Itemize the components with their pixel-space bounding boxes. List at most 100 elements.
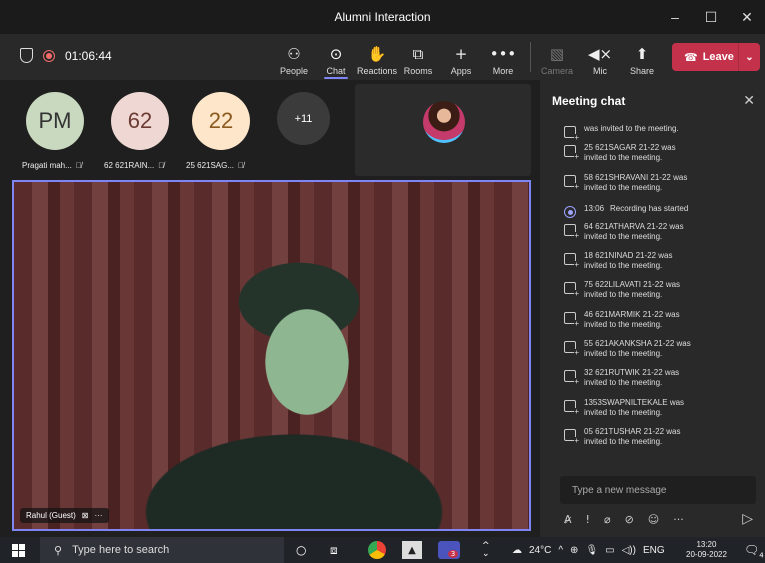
format-icon[interactable]: A̷ <box>564 513 572 526</box>
mic-off-icon: 🎙̸ <box>158 161 165 170</box>
invite-icon <box>564 126 579 142</box>
toolbar-divider <box>530 42 531 72</box>
more-icon: ••• <box>489 45 517 63</box>
mic-off-icon: 🎙̸ <box>75 161 82 170</box>
mic-muted-icon: ◀× <box>587 45 613 63</box>
chat-button[interactable]: ⊙ Chat <box>316 38 356 79</box>
video-name-label: Rahul (Guest) ⊠ ··· <box>20 508 109 523</box>
participant-label: Pragati mah... 🎙̸ <box>22 161 82 170</box>
leave-button-group: ☎ Leave ⌄ <box>672 43 760 71</box>
close-window-button[interactable]: ✕ <box>729 0 765 34</box>
rooms-button[interactable]: ⧉ Rooms <box>398 38 438 76</box>
recording-icon <box>43 49 55 62</box>
invite-icon <box>564 175 579 191</box>
system-tray: ☁ 24°C ^ ⊕ 🎙 ▭ ◁)) ENG <box>512 537 665 563</box>
microphone-icon[interactable]: 🎙 <box>585 545 598 556</box>
emoji-icon[interactable]: ☺ <box>648 513 659 526</box>
participant-photo-tile[interactable] <box>355 84 531 176</box>
more-compose-icon[interactable]: ··· <box>673 513 684 526</box>
maximize-button[interactable]: ☐ <box>693 0 729 34</box>
recording-icon <box>564 206 576 218</box>
chat-message: 1353SWAPNILTEKALE wasinvited to the meet… <box>564 398 744 418</box>
teams-icon[interactable]: 3 <box>438 541 460 559</box>
meeting-toolbar: 01:06:44 ⚇ People ⊙ Chat ✋ Reactions ⧉ R… <box>0 34 765 80</box>
leave-options-button[interactable]: ⌄ <box>738 43 760 71</box>
task-view-icon[interactable]: ⧈ <box>330 541 338 559</box>
apps-icon: + <box>454 45 468 63</box>
invite-icon <box>564 341 579 357</box>
meeting-timer: 01:06:44 <box>65 48 112 63</box>
priority-icon[interactable]: ! <box>586 513 590 526</box>
language-indicator[interactable]: ENG <box>643 545 665 556</box>
more-button[interactable]: ••• More <box>483 38 523 76</box>
chevron-up-icon[interactable]: ^ <box>558 545 563 556</box>
cortana-icon[interactable]: ○ <box>296 541 306 559</box>
apps-button[interactable]: + Apps <box>441 38 481 76</box>
taskbar-search[interactable]: ⚲ Type here to search <box>40 537 284 563</box>
participant-photo <box>423 101 465 143</box>
invite-icon <box>564 370 579 386</box>
search-icon: ⚲ <box>54 543 63 557</box>
phone-hangup-icon: ☎ <box>684 50 698 64</box>
reactions-button[interactable]: ✋ Reactions <box>357 38 397 76</box>
participant-avatar[interactable]: PM <box>26 92 84 150</box>
camera-button[interactable]: ▧ Camera <box>537 38 577 76</box>
participant-avatar[interactable]: 62 <box>111 92 169 150</box>
weather-temp[interactable]: 24°C <box>529 545 551 556</box>
camera-off-icon: ▧ <box>549 45 565 63</box>
participant-label: 25 621SAG... 🎙̸ <box>186 161 245 170</box>
send-icon[interactable]: ▷ <box>742 511 753 527</box>
display-icon[interactable]: ▭ <box>605 545 614 556</box>
reactions-icon: ✋ <box>367 45 387 63</box>
participant-label: 62 621RAIN... 🎙̸ <box>104 161 165 170</box>
chat-message: 25 621SAGAR 21-22 wasinvited to the meet… <box>564 143 744 163</box>
chat-message: was invited to the meeting. <box>564 124 744 142</box>
tray-overflow-icon[interactable]: ^ ⌄ <box>482 541 490 559</box>
attach-icon[interactable]: ⌀ <box>604 513 611 526</box>
invite-icon <box>564 224 579 240</box>
teams-badge: 3 <box>447 550 459 558</box>
chat-message: 55 621AKANKSHA 21-22 wasinvited to the m… <box>564 339 744 359</box>
invite-icon <box>564 400 579 416</box>
minimize-button[interactable]: – <box>657 0 693 34</box>
chat-message: 13:06 Recording has started <box>564 204 744 218</box>
chat-message: 75 622LILAVATI 21-22 wasinvited to the m… <box>564 280 744 300</box>
volume-icon[interactable]: ◁)) <box>622 545 636 556</box>
meeting-stage: PM Pragati mah... 🎙̸ 62 62 621RAIN... 🎙̸… <box>0 80 540 537</box>
share-icon: ⬆ <box>635 45 649 63</box>
taskbar-clock[interactable]: 13:20 20-09-2022 <box>686 540 727 560</box>
more-participants-button[interactable]: +11 <box>277 92 330 145</box>
windows-start-icon[interactable] <box>12 544 25 557</box>
chat-message: 46 621MARMIK 21-22 wasinvited to the mee… <box>564 310 744 330</box>
chat-message: 58 621SHRAVANI 21-22 wasinvited to the m… <box>564 173 744 193</box>
window-title: Alumni Interaction <box>334 10 431 24</box>
notification-center-icon[interactable]: 🗨4 <box>744 543 764 559</box>
people-icon: ⚇ <box>287 45 301 63</box>
leave-button[interactable]: ☎ Leave <box>672 51 738 64</box>
invite-icon <box>564 145 579 161</box>
mic-button[interactable]: ◀× Mic <box>580 38 620 76</box>
participant-avatar[interactable]: 22 <box>192 92 250 150</box>
chat-compose-input[interactable]: Type a new message <box>560 476 756 504</box>
chrome-icon[interactable] <box>368 541 386 559</box>
close-chat-button[interactable]: ✕ <box>743 92 755 109</box>
more-options-icon[interactable]: ··· <box>95 511 103 520</box>
invite-icon <box>564 429 579 445</box>
network-icon[interactable]: ⊕ <box>570 545 578 556</box>
people-button[interactable]: ⚇ People <box>274 38 314 76</box>
invite-icon <box>564 282 579 298</box>
mic-off-icon: 🎙̸ <box>238 161 245 170</box>
photos-icon[interactable]: ▲ <box>402 541 422 559</box>
invite-icon <box>564 253 579 269</box>
meeting-chat-panel: Meeting chat ✕ was invited to the meetin… <box>540 80 765 537</box>
invite-icon <box>564 312 579 328</box>
share-button[interactable]: ⬆ Share <box>622 38 662 76</box>
chat-title: Meeting chat <box>552 94 626 108</box>
chat-message: 32 621RUTWIK 21-22 wasinvited to the mee… <box>564 368 744 388</box>
chat-message: 64 621ATHARVA 21-22 wasinvited to the me… <box>564 222 744 242</box>
windows-taskbar: ⚲ Type here to search ○ ⧈ ▲ 3 ^ ⌄ ☁ 24°C … <box>0 537 765 563</box>
main-video-feed[interactable]: Rahul (Guest) ⊠ ··· <box>12 180 531 531</box>
window-controls: – ☐ ✕ <box>657 0 765 34</box>
compose-toolbar: A̷ ! ⌀ ⊘ ☺ ··· <box>564 513 684 526</box>
loop-icon[interactable]: ⊘ <box>625 513 634 526</box>
